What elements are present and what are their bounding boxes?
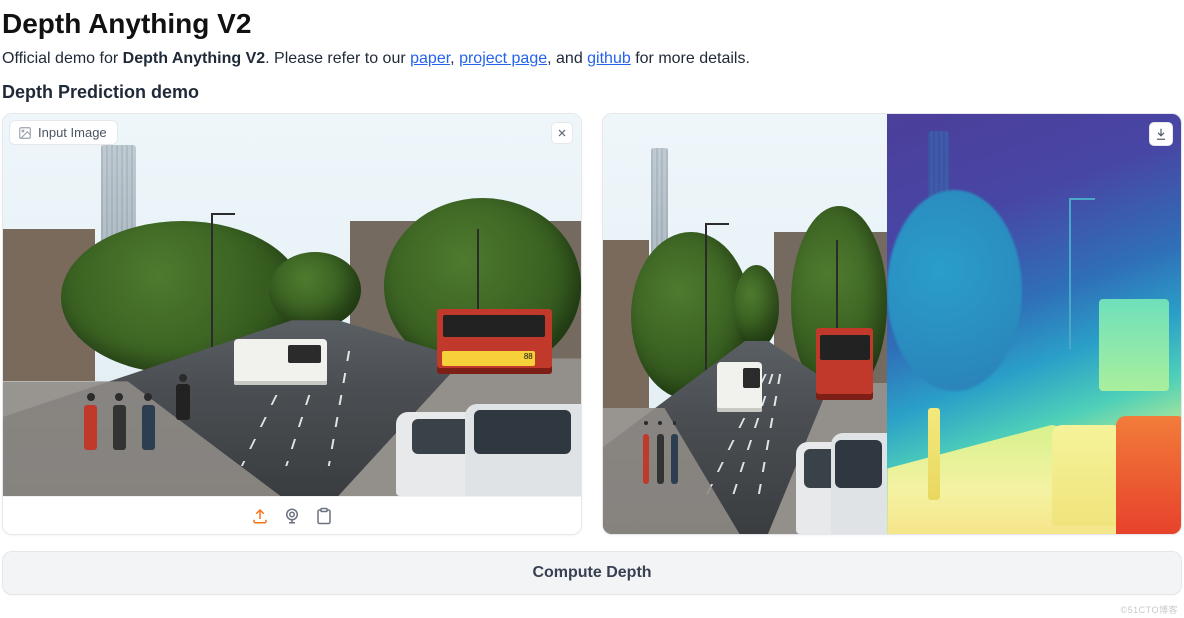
input-image-label: Input Image xyxy=(9,120,118,145)
output-depth-side xyxy=(887,114,1181,534)
download-button[interactable] xyxy=(1149,122,1173,146)
webcam-button[interactable] xyxy=(283,507,301,525)
paper-link[interactable]: paper xyxy=(410,50,450,67)
output-panel xyxy=(602,113,1182,535)
input-image-area[interactable]: Input Image xyxy=(3,114,581,496)
demo-subheading: Depth Prediction demo xyxy=(2,82,1182,103)
desc-sep1: , xyxy=(450,50,459,67)
download-icon xyxy=(1154,127,1168,141)
upload-button[interactable] xyxy=(251,507,269,525)
input-image-label-text: Input Image xyxy=(38,125,107,140)
watermark: ©51CTO博客 xyxy=(1121,603,1178,616)
input-toolbar xyxy=(3,496,581,534)
github-link[interactable]: github xyxy=(587,50,631,67)
page-description: Official demo for Depth Anything V2. Ple… xyxy=(2,50,1182,68)
desc-suffix: for more details. xyxy=(631,50,750,67)
desc-mid: . Please refer to our xyxy=(265,50,410,67)
desc-sep2: , and xyxy=(547,50,587,67)
image-icon xyxy=(18,126,32,140)
desc-prefix: Official demo for xyxy=(2,50,123,67)
street-scene-image: 88 xyxy=(3,114,581,496)
output-slider[interactable] xyxy=(603,114,1181,534)
close-icon xyxy=(556,127,568,139)
clipboard-icon xyxy=(315,507,333,525)
project-page-link[interactable]: project page xyxy=(459,50,547,67)
bus-route-sign: 88 xyxy=(442,351,534,366)
clear-image-button[interactable] xyxy=(551,122,573,144)
desc-bold: Depth Anything V2 xyxy=(123,50,266,67)
input-image-panel: Input Image xyxy=(2,113,582,535)
output-rgb-side xyxy=(603,114,887,534)
compute-depth-button[interactable]: Compute Depth xyxy=(2,551,1182,595)
upload-icon xyxy=(251,507,269,525)
clipboard-button[interactable] xyxy=(315,507,333,525)
page-title: Depth Anything V2 xyxy=(2,8,1182,40)
webcam-icon xyxy=(283,507,301,525)
